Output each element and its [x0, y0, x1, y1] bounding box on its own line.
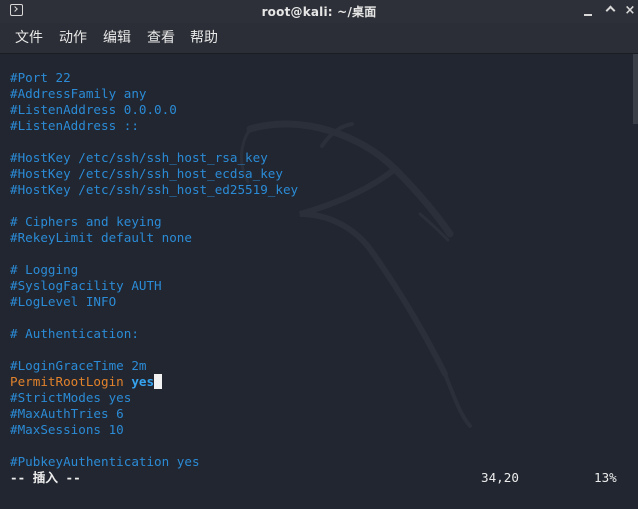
mode-indicator: -- 插入 --	[10, 470, 81, 485]
code-line: #AddressFamily any	[10, 86, 147, 101]
code-line: # Ciphers and keying	[10, 214, 162, 229]
code-line: #Port 22	[10, 70, 71, 85]
code-line: #HostKey /etc/ssh/ssh_host_rsa_key	[10, 150, 268, 165]
code-line: #ListenAddress 0.0.0.0	[10, 102, 177, 117]
code-line: #StrictModes yes	[10, 390, 132, 405]
menu-view[interactable]: 查看	[147, 29, 175, 47]
code-line: #HostKey /etc/ssh/ssh_host_ecdsa_key	[10, 166, 283, 181]
maximize-icon[interactable]	[602, 3, 618, 19]
menu-help[interactable]: 帮助	[190, 29, 218, 47]
cursor-position: 34,20	[481, 470, 519, 485]
scroll-percent: 13%	[594, 470, 617, 485]
code-line: #SyslogFacility AUTH	[10, 278, 162, 293]
active-code-line[interactable]: PermitRootLogin yes	[10, 374, 298, 390]
menu-file[interactable]: 文件	[15, 29, 43, 47]
scrollbar[interactable]	[633, 54, 638, 124]
vim-status-line: -- 插入 -- 34,20 13%	[10, 470, 620, 486]
window-title: root@kali: ~/桌面	[261, 5, 377, 19]
code-line: #ListenAddress ::	[10, 118, 139, 133]
code-line: #HostKey /etc/ssh/ssh_host_ed25519_key	[10, 182, 299, 197]
terminal-window: root@kali: ~/桌面 × 文件 动作 编辑 查看 帮助 #Port 2…	[0, 0, 638, 509]
code-line: # Logging	[10, 262, 79, 277]
code-line: #PubkeyAuthentication yes	[10, 454, 200, 469]
directive-keyword: PermitRootLogin	[10, 374, 124, 389]
directive-value: yes	[131, 374, 155, 389]
close-icon[interactable]: ×	[622, 3, 638, 19]
minimize-icon[interactable]	[580, 3, 596, 19]
code-line: #LogLevel INFO	[10, 294, 117, 309]
code-line: #LoginGraceTime 2m	[10, 358, 147, 373]
menu-edit[interactable]: 编辑	[103, 29, 131, 47]
menu-actions[interactable]: 动作	[59, 29, 87, 47]
menu-bar: 文件 动作 编辑 查看 帮助	[0, 23, 638, 54]
code-line: #MaxSessions 10	[10, 422, 124, 437]
file-content[interactable]: #Port 22 #AddressFamily any #ListenAddre…	[10, 70, 298, 470]
code-line: #RekeyLimit default none	[10, 230, 192, 245]
title-bar[interactable]: root@kali: ~/桌面 ×	[0, 0, 638, 23]
terminal-area[interactable]: #Port 22 #AddressFamily any #ListenAddre…	[0, 54, 638, 509]
code-line: #MaxAuthTries 6	[10, 406, 124, 421]
code-line: # Authentication:	[10, 326, 139, 341]
text-cursor	[154, 374, 163, 389]
